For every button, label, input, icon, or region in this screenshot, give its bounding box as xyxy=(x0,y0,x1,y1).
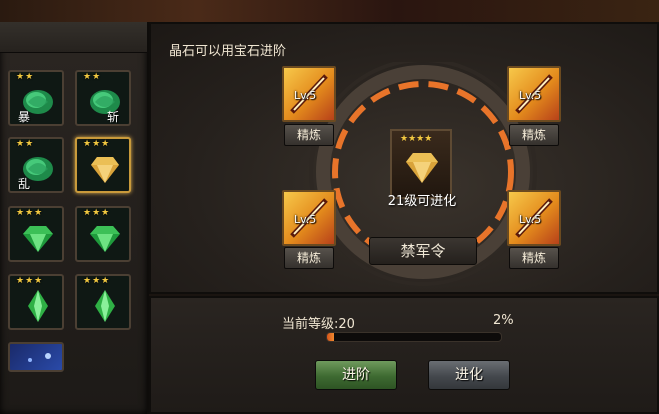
refine-button[interactable]: 精炼 xyxy=(509,247,559,269)
star-rating: ★★★ xyxy=(16,208,44,218)
refine-button[interactable]: 精炼 xyxy=(284,247,334,269)
refine-button[interactable]: 精炼 xyxy=(509,124,559,146)
green-crystal-icon xyxy=(28,290,48,322)
inventory-slot[interactable]: ★★★ xyxy=(75,274,131,330)
star-rating: ★★★ xyxy=(83,139,111,149)
star-rating: ★★ xyxy=(16,72,35,82)
scroll-item[interactable]: Lv.5 xyxy=(282,190,336,246)
evolve-button[interactable]: 进化 xyxy=(428,360,510,390)
scroll-level: Lv.5 xyxy=(294,213,317,226)
refine-button[interactable]: 精炼 xyxy=(284,124,334,146)
progress-percent: 2% xyxy=(493,313,514,328)
star-rating: ★★★ xyxy=(83,208,111,218)
progress-bar xyxy=(326,332,502,342)
gold-diamond-icon xyxy=(91,157,119,183)
star-rating: ★★★★ xyxy=(400,134,433,144)
inventory-panel: ★★ 暴 ★★ 斩 ★★ 乱 ★★★ ★★★ ★★★ ★★★ ★★★ xyxy=(0,22,149,414)
scroll-item[interactable]: Lv.5 xyxy=(282,66,336,122)
star-rating: ★★★ xyxy=(83,276,111,286)
scroll-item[interactable]: Lv.5 xyxy=(507,66,561,122)
gold-diamond-icon xyxy=(406,153,438,183)
scroll-level: Lv.5 xyxy=(519,213,542,226)
blue-item-icon xyxy=(28,353,51,362)
inventory-slot[interactable]: ★★★ xyxy=(8,274,64,330)
scroll-level: Lv.5 xyxy=(294,89,317,102)
advance-button[interactable]: 进阶 xyxy=(315,360,397,390)
star-rating: ★★ xyxy=(83,72,102,82)
gem-attribute-label: 暴 xyxy=(18,110,31,124)
gem-attribute-label: 斩 xyxy=(107,110,120,124)
evolve-level-text: 21级可进化 xyxy=(387,194,457,209)
inventory-slot[interactable]: ★★ 暴 xyxy=(8,70,64,126)
inventory-slot-selected[interactable]: ★★★ xyxy=(75,137,131,193)
current-level-label: 当前等级:20 xyxy=(282,317,355,332)
inventory-slot[interactable]: ★★ 乱 xyxy=(8,137,64,193)
star-rating: ★★ xyxy=(16,139,35,149)
panel-title: 晶石可以用宝石进阶 xyxy=(169,44,287,59)
inventory-slot[interactable]: ★★★ xyxy=(8,206,64,262)
star-rating: ★★★ xyxy=(16,276,44,286)
center-gem-slot[interactable]: ★★★★ xyxy=(390,129,452,199)
inventory-slot[interactable] xyxy=(8,342,64,372)
scroll-level: Lv.5 xyxy=(519,89,542,102)
inventory-slot[interactable]: ★★ 斩 xyxy=(75,70,131,126)
green-diamond-icon xyxy=(23,226,53,252)
gem-attribute-label: 乱 xyxy=(18,177,31,191)
upgrade-panel: 当前等级:20 2% 进阶 进化 xyxy=(149,296,659,414)
green-diamond-icon xyxy=(90,226,120,252)
scroll-item[interactable]: Lv.5 xyxy=(507,190,561,246)
inventory-slot[interactable]: ★★★ xyxy=(75,206,131,262)
progress-fill xyxy=(327,333,334,341)
evolution-panel: 晶石可以用宝石进阶 Lv.5 精炼 Lv.5 精炼 Lv.5 精炼 Lv.5 精… xyxy=(149,22,659,294)
inventory-header xyxy=(0,22,147,53)
background-banner xyxy=(0,0,659,22)
item-name-plate: 禁军令 xyxy=(369,237,477,265)
green-crystal-icon xyxy=(95,290,115,322)
